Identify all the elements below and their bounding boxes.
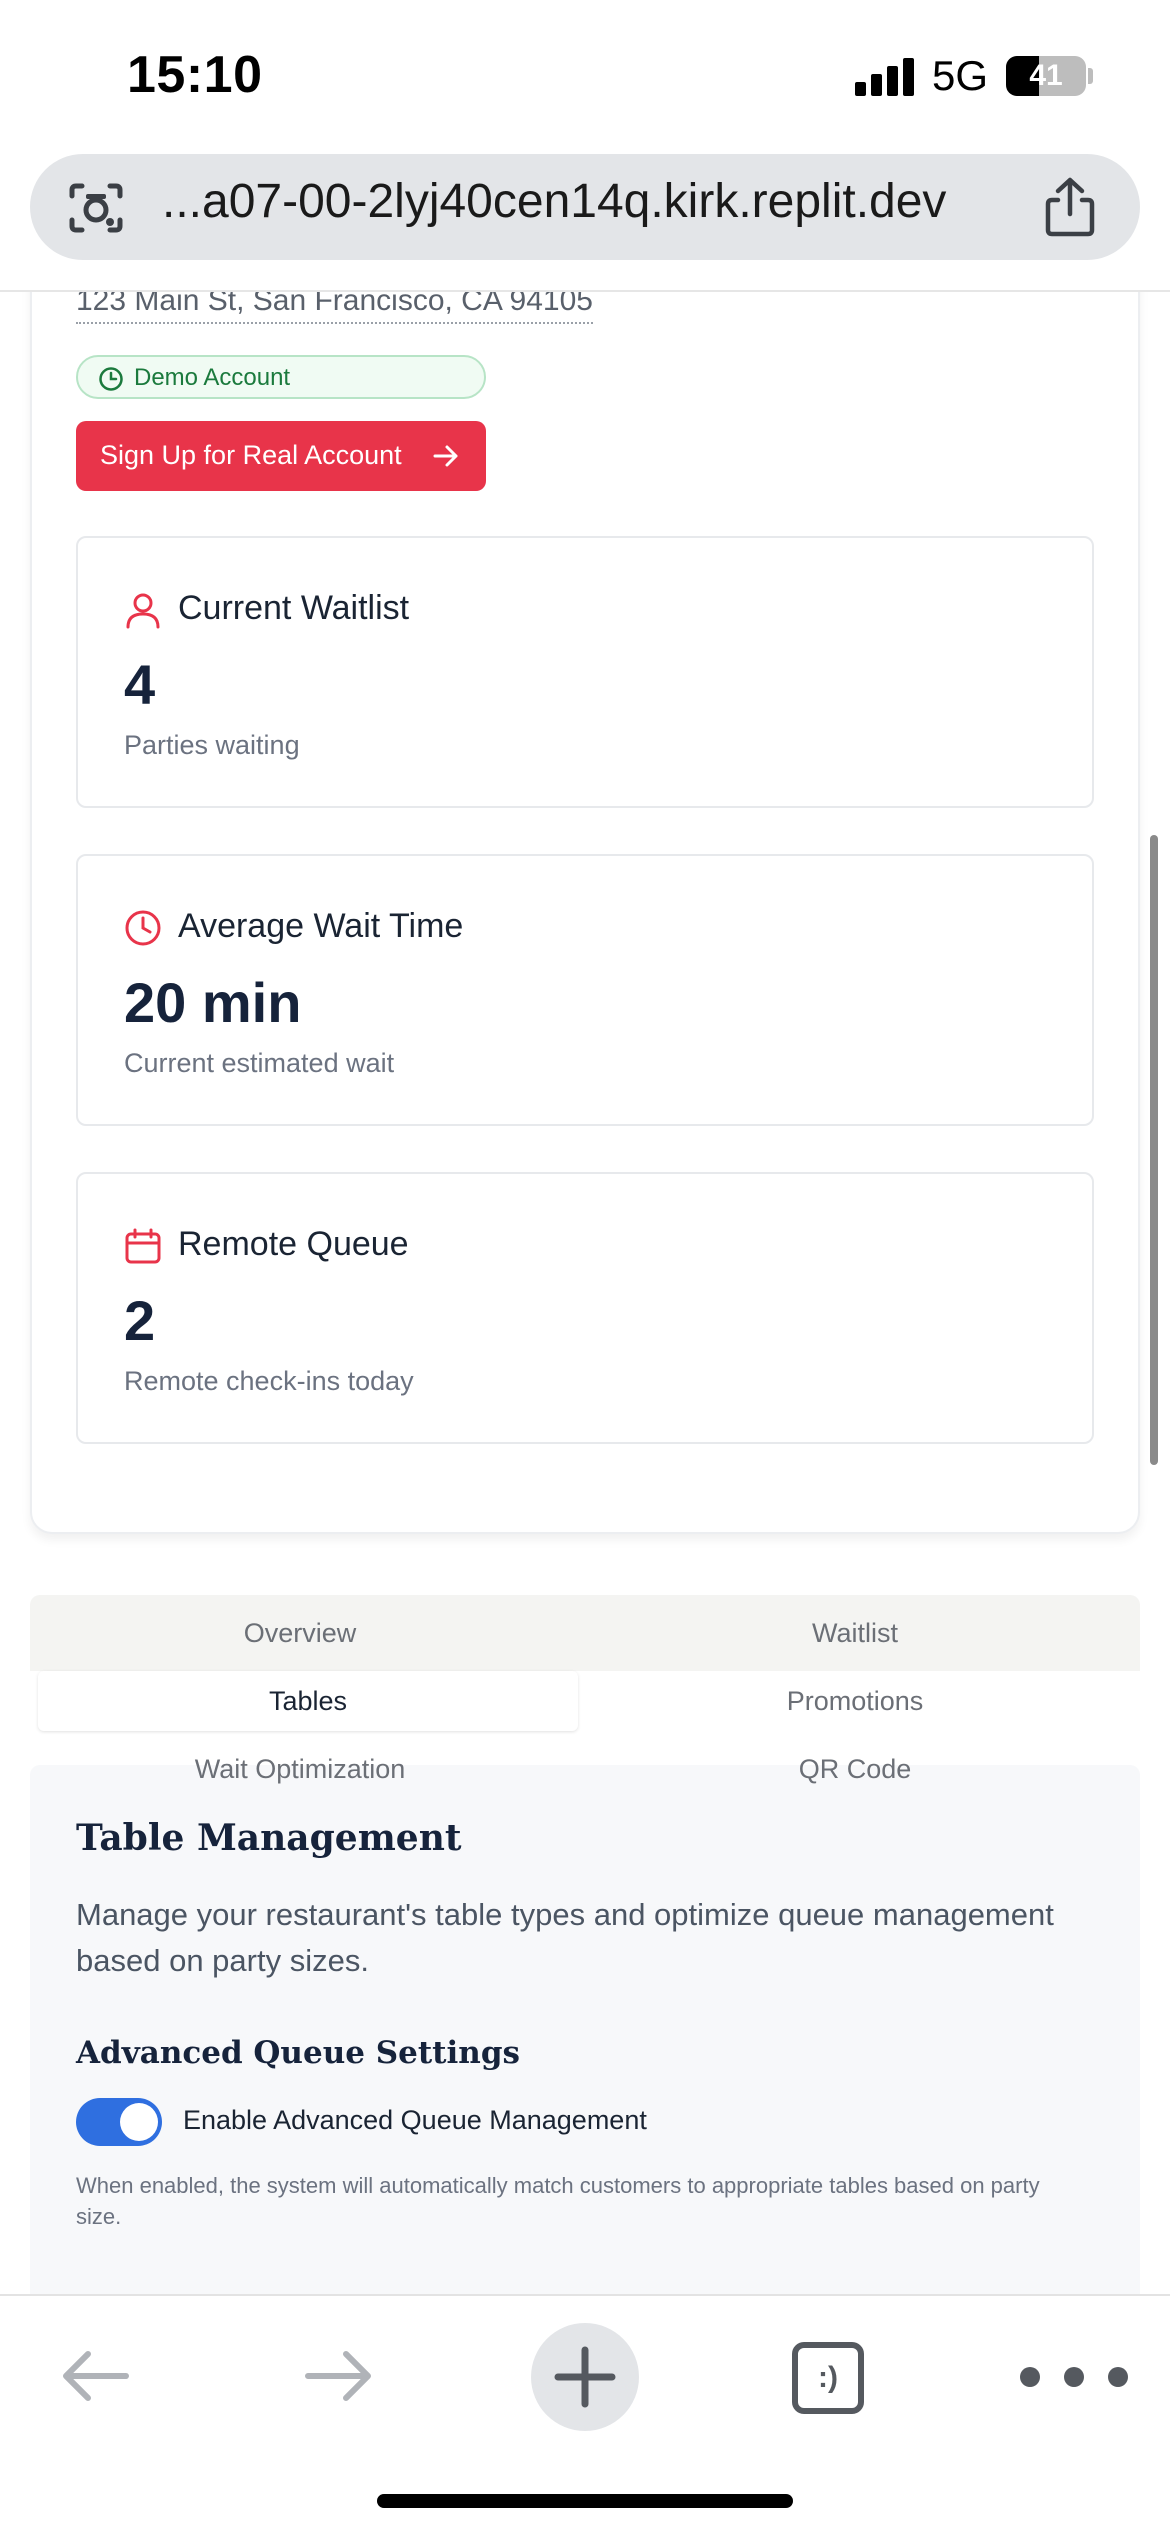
stat-subtitle: Remote check-ins today (124, 1366, 414, 1396)
stat-value: 4 (124, 653, 156, 716)
more-options-icon[interactable] (1016, 2364, 1132, 2390)
back-arrow-icon[interactable] (58, 2346, 132, 2406)
tab-wait-optimization[interactable]: Wait Optimization (30, 1739, 570, 1799)
lens-icon[interactable] (68, 182, 124, 234)
calendar-icon (125, 1228, 161, 1264)
stat-value: 20 min (124, 971, 302, 1034)
status-bar: 15:10 5G 41 (0, 0, 1170, 150)
stat-subtitle: Current estimated wait (124, 1048, 395, 1078)
advanced-queue-toggle-label[interactable]: Enable Advanced Queue Management (183, 2105, 647, 2136)
page-scrollbar[interactable] (1150, 835, 1158, 1465)
stat-card-remote-queue: Remote Queue 2 Remote check-ins today (76, 1172, 1094, 1444)
table-management-title: Table Management (76, 1817, 462, 1859)
table-management-description: Manage your restaurant's table types and… (76, 1897, 1054, 1978)
tabs-switcher-icon[interactable]: :) (792, 2342, 864, 2414)
sign-up-button-label: Sign Up for Real Account (100, 440, 402, 470)
share-icon[interactable] (1042, 176, 1098, 238)
demo-badge-label: Demo Account (134, 364, 291, 391)
network-type: 5G (932, 52, 989, 99)
url-text[interactable]: ...a07-00-2lyj40cen14q.kirk.replit.dev (162, 174, 1032, 229)
tab-qr-code[interactable]: QR Code (585, 1739, 1125, 1799)
sign-up-button[interactable]: Sign Up for Real Account (76, 421, 486, 491)
stat-value: 2 (124, 1289, 156, 1352)
clock-icon (99, 367, 123, 391)
toggle-knob (120, 2103, 158, 2141)
new-tab-plus-icon[interactable] (530, 2322, 640, 2432)
stat-title: Current Waitlist (178, 589, 410, 627)
advanced-queue-toggle[interactable] (76, 2098, 162, 2146)
battery-nub (1088, 68, 1093, 84)
stat-title: Remote Queue (178, 1225, 409, 1263)
demo-account-badge: Demo Account (76, 355, 486, 399)
tab-waitlist[interactable]: Waitlist (585, 1603, 1125, 1663)
stat-subtitle: Parties waiting (124, 730, 300, 760)
stat-title: Average Wait Time (178, 907, 464, 945)
cellular-signal-icon (855, 58, 915, 96)
clock-icon (125, 910, 161, 946)
battery-percent: 41 (1029, 59, 1063, 92)
web-content[interactable]: 123 Main St, San Francisco, CA 94105 Dem… (0, 292, 1170, 2294)
home-indicator[interactable] (377, 2494, 793, 2508)
tab-promotions[interactable]: Promotions (585, 1671, 1125, 1731)
tab-tables[interactable]: Tables (38, 1671, 578, 1731)
advanced-queue-help-text: When enabled, the system will automatica… (76, 2173, 1040, 2229)
user-icon (126, 593, 160, 629)
stat-card-current-waitlist: Current Waitlist 4 Parties waiting (76, 536, 1094, 808)
restaurant-address[interactable]: 123 Main St, San Francisco, CA 94105 (76, 292, 593, 324)
advanced-queue-settings-title: Advanced Queue Settings (76, 2035, 520, 2071)
tab-overview[interactable]: Overview (30, 1603, 570, 1663)
battery-icon: 41 (1006, 56, 1086, 96)
status-time: 15:10 (127, 46, 263, 104)
forward-arrow-icon[interactable] (302, 2346, 376, 2406)
stat-card-average-wait-time: Average Wait Time 20 min Current estimat… (76, 854, 1094, 1126)
dashboard-tabs: Overview Waitlist Tables Promotions Wait… (30, 1595, 1140, 1803)
arrow-right-icon (433, 445, 458, 467)
